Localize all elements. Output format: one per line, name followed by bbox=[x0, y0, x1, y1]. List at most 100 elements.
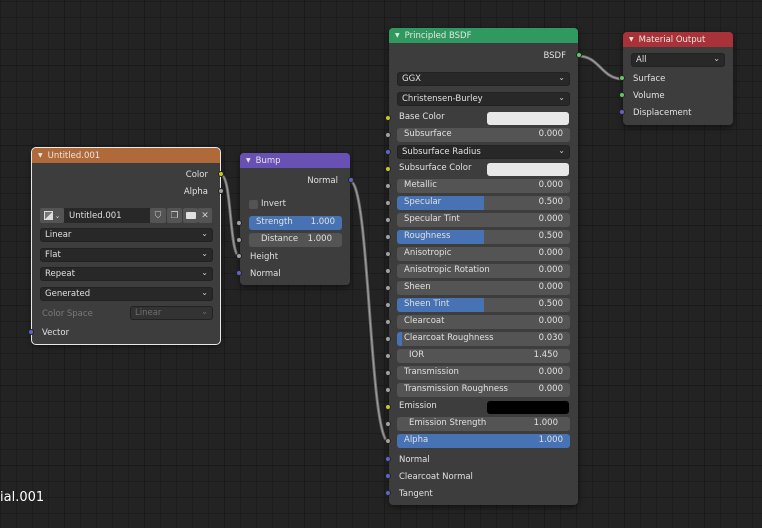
subsurface-color-swatch[interactable] bbox=[487, 163, 569, 176]
subsurface-radius-dropdown[interactable]: Subsurface Radius ⌄ bbox=[397, 145, 570, 159]
clearcoat-slider[interactable]: Clearcoat 0.000 bbox=[397, 315, 570, 329]
folder-icon bbox=[185, 212, 196, 219]
input-emission-strength-socket[interactable] bbox=[385, 421, 391, 427]
output-bsdf-socket[interactable] bbox=[576, 52, 582, 58]
input-anisotropic-rotation-socket[interactable] bbox=[385, 268, 391, 274]
output-color-socket[interactable] bbox=[218, 171, 224, 177]
input-anisotropic-socket[interactable] bbox=[385, 251, 391, 257]
input-normal-label: Normal bbox=[250, 268, 281, 279]
duplicate-image-button[interactable]: ❐ bbox=[167, 208, 182, 223]
input-roughness-socket[interactable] bbox=[385, 234, 391, 240]
interpolation-dropdown[interactable]: Linear ⌄ bbox=[40, 228, 213, 242]
collapse-arrow-icon[interactable]: ▼ bbox=[395, 32, 400, 39]
ior-label: IOR bbox=[409, 350, 425, 360]
clearcoat-roughness-slider[interactable]: Clearcoat Roughness 0.030 bbox=[397, 332, 570, 346]
invert-checkbox[interactable] bbox=[249, 200, 258, 209]
input-subsurface-color-socket[interactable] bbox=[385, 166, 391, 172]
strength-value: 1.000 bbox=[310, 217, 335, 227]
principled-bsdf-node[interactable]: ▼ Principled BSDF BSDF GGX ⌄ Christensen… bbox=[385, 28, 582, 505]
input-clearcoat-normal-socket[interactable] bbox=[385, 473, 391, 479]
unlink-image-button[interactable]: ✕ bbox=[198, 208, 212, 223]
subsurface-field[interactable]: Subsurface 0.000 bbox=[397, 128, 570, 142]
target-dropdown[interactable]: All ⌄ bbox=[631, 53, 725, 67]
input-normal-socket[interactable] bbox=[236, 270, 242, 276]
alpha-slider[interactable]: Alpha 1.000 bbox=[397, 434, 570, 448]
ior-field[interactable]: IOR 1.450 bbox=[397, 349, 570, 363]
fake-user-button[interactable]: ⛉ bbox=[150, 208, 166, 223]
input-strength-socket[interactable] bbox=[236, 220, 242, 226]
chevron-down-icon: ⌄ bbox=[201, 288, 208, 297]
input-clearcoat-socket[interactable] bbox=[385, 319, 391, 325]
output-color-label: Color bbox=[185, 169, 208, 180]
transmission-roughness-label: Transmission Roughness bbox=[404, 384, 508, 394]
clearcoat-value: 0.000 bbox=[538, 316, 563, 326]
metallic-slider[interactable]: Metallic 0.000 bbox=[397, 179, 570, 193]
input-height-socket[interactable] bbox=[236, 253, 242, 259]
subsurface-label: Subsurface bbox=[404, 129, 452, 139]
transmission-field[interactable]: Transmission 0.000 bbox=[397, 366, 570, 380]
emission-strength-field[interactable]: Emission Strength 1.000 bbox=[397, 417, 570, 431]
input-specular-tint-socket[interactable] bbox=[385, 217, 391, 223]
input-vector-socket[interactable] bbox=[28, 329, 34, 335]
transmission-roughness-field[interactable]: Transmission Roughness 0.000 bbox=[397, 383, 570, 397]
collapse-arrow-icon[interactable]: ▼ bbox=[629, 36, 634, 43]
output-normal-socket[interactable] bbox=[348, 177, 354, 183]
anisotropic-slider[interactable]: Anisotropic 0.000 bbox=[397, 247, 570, 261]
input-base-color-socket[interactable] bbox=[385, 115, 391, 121]
material-output-node[interactable]: ▼ Material Output All ⌄ Surface Volume D… bbox=[619, 32, 733, 125]
input-transmission-socket[interactable] bbox=[385, 370, 391, 376]
input-metallic-socket[interactable] bbox=[385, 183, 391, 189]
input-distance-socket[interactable] bbox=[236, 237, 242, 243]
input-alpha-socket[interactable] bbox=[385, 438, 391, 444]
metallic-label: Metallic bbox=[404, 180, 437, 190]
input-volume-socket[interactable] bbox=[619, 92, 625, 98]
subsurface-method-dropdown[interactable]: Christensen-Burley ⌄ bbox=[397, 92, 570, 106]
node-header[interactable]: ▼ Principled BSDF bbox=[389, 28, 578, 43]
link-normal-to-normal bbox=[349, 179, 390, 444]
input-transmission-roughness-socket[interactable] bbox=[385, 387, 391, 393]
collapse-arrow-icon[interactable]: ▼ bbox=[246, 157, 251, 164]
specular-tint-label: Specular Tint bbox=[404, 214, 460, 224]
input-tangent-label: Tangent bbox=[399, 488, 433, 499]
emission-color-swatch[interactable] bbox=[487, 401, 569, 414]
node-header[interactable]: ▼ Material Output bbox=[623, 32, 733, 47]
roughness-slider[interactable]: Roughness 0.500 bbox=[397, 230, 570, 244]
specular-slider[interactable]: Specular 0.500 bbox=[397, 196, 570, 210]
input-surface-socket[interactable] bbox=[619, 75, 625, 81]
image-name-field[interactable]: Untitled.001 bbox=[64, 208, 150, 223]
image-browse-button[interactable]: ⌄ bbox=[40, 208, 64, 223]
image-icon bbox=[43, 211, 53, 220]
bump-node[interactable]: ▼ Bump Normal Invert Strength 1.000 Dist… bbox=[236, 153, 354, 285]
input-specular-socket[interactable] bbox=[385, 200, 391, 206]
collapse-arrow-icon[interactable]: ▼ bbox=[38, 152, 43, 159]
base-color-swatch[interactable] bbox=[487, 112, 569, 125]
specular-tint-slider[interactable]: Specular Tint 0.000 bbox=[397, 213, 570, 227]
image-texture-node[interactable]: ▼ Untitled.001 Color Alpha ⌄ Untitled.00… bbox=[28, 147, 224, 345]
input-sheen-tint-socket[interactable] bbox=[385, 302, 391, 308]
projection-dropdown[interactable]: Flat ⌄ bbox=[40, 248, 213, 262]
sheen-tint-slider[interactable]: Sheen Tint 0.500 bbox=[397, 298, 570, 312]
distance-field[interactable]: Distance 1.000 bbox=[249, 233, 342, 247]
open-image-button[interactable] bbox=[183, 208, 198, 223]
distribution-dropdown[interactable]: GGX ⌄ bbox=[397, 72, 570, 86]
emission-strength-value: 1.000 bbox=[533, 418, 558, 428]
anisotropic-rotation-slider[interactable]: Anisotropic Rotation 0.000 bbox=[397, 264, 570, 278]
input-emission-socket[interactable] bbox=[385, 404, 391, 410]
extension-dropdown[interactable]: Repeat ⌄ bbox=[40, 267, 213, 281]
source-dropdown[interactable]: Generated ⌄ bbox=[40, 287, 213, 301]
input-clearcoat-roughness-socket[interactable] bbox=[385, 336, 391, 342]
sheen-slider[interactable]: Sheen 0.000 bbox=[397, 281, 570, 295]
input-normal-socket[interactable] bbox=[385, 456, 391, 462]
node-header[interactable]: ▼ Untitled.001 bbox=[32, 148, 220, 163]
node-header[interactable]: ▼ Bump bbox=[240, 153, 350, 168]
input-tangent-socket[interactable] bbox=[385, 490, 391, 496]
output-alpha-socket[interactable] bbox=[218, 188, 224, 194]
input-height-label: Height bbox=[250, 251, 279, 262]
input-displacement-socket[interactable] bbox=[619, 109, 625, 115]
input-ior-socket[interactable] bbox=[385, 353, 391, 359]
input-subsurface-radius-socket[interactable] bbox=[385, 149, 391, 155]
distance-value: 1.000 bbox=[307, 234, 332, 244]
input-sheen-socket[interactable] bbox=[385, 285, 391, 291]
strength-slider[interactable]: Strength 1.000 bbox=[249, 216, 342, 230]
input-subsurface-socket[interactable] bbox=[385, 132, 391, 138]
